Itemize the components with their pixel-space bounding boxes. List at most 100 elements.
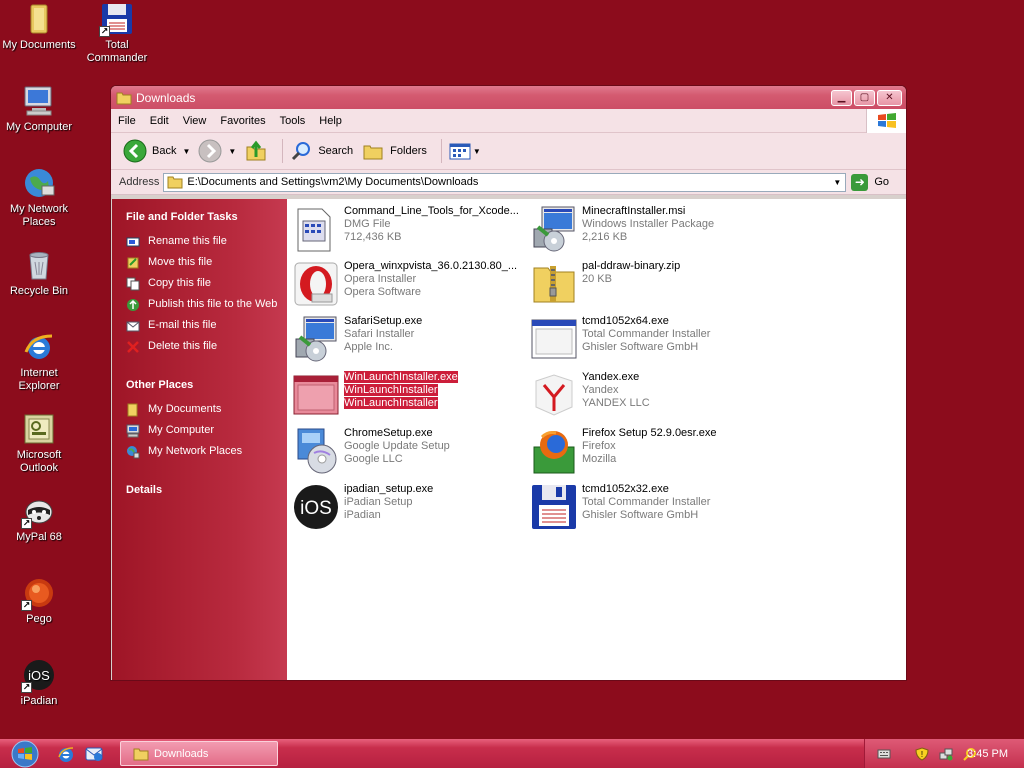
back-label: Back <box>152 145 177 157</box>
file-item[interactable]: Command_Line_Tools_for_Xcode... DMG File… <box>292 205 528 255</box>
desktop-icon-my-documents[interactable]: My Documents <box>2 2 76 52</box>
task-move-file[interactable]: Move this file <box>126 256 288 270</box>
desktop-icon-mypal[interactable]: ↗ MyPal 68 <box>2 494 76 544</box>
file-item[interactable]: SafariSetup.exe Safari Installer Apple I… <box>292 315 528 365</box>
place-my-documents[interactable]: My Documents <box>126 403 288 417</box>
desktop-icon-label: Microsoft Outlook <box>16 449 62 474</box>
desktop-icon-total-commander[interactable]: ↗ Total Commander <box>80 2 154 65</box>
window-app-icon <box>530 315 578 363</box>
file-item[interactable]: ChromeSetup.exe Google Update Setup Goog… <box>292 427 528 477</box>
email-icon <box>126 321 140 332</box>
menu-help[interactable]: Help <box>312 115 349 127</box>
toolbar-separator <box>282 139 284 163</box>
file-info: WinLaunchInstaller <box>344 397 438 409</box>
desktop-icon-my-computer[interactable]: My Computer <box>2 84 76 134</box>
task-copy-file[interactable]: Copy this file <box>126 277 288 291</box>
shortcut-arrow-icon: ↗ <box>99 26 110 37</box>
folder-documents-icon <box>22 2 56 36</box>
menu-favorites[interactable]: Favorites <box>213 115 272 127</box>
address-input[interactable]: E:\Documents and Settings\vm2\My Documen… <box>163 172 847 192</box>
clock[interactable]: 3:45 PM <box>967 748 1008 760</box>
network-icon <box>127 446 140 459</box>
file-item[interactable]: MinecraftInstaller.msi Windows Installer… <box>530 205 766 255</box>
file-item[interactable]: tcmd1052x64.exe Total Commander Installe… <box>530 315 766 365</box>
windows-logo-icon <box>866 109 906 133</box>
recycle-bin-icon <box>22 248 56 282</box>
task-rename-file[interactable]: Rename this file <box>126 235 288 249</box>
folders-button[interactable]: Folders <box>361 139 427 163</box>
place-my-computer[interactable]: My Computer <box>126 424 288 438</box>
file-item[interactable]: iOS ipadian_setup.exe iPadian Setup iPad… <box>292 483 528 533</box>
file-item[interactable]: Yandex.exe Yandex YANDEX LLC <box>530 371 766 421</box>
file-item[interactable]: Firefox Setup 52.9.0esr.exe Firefox Mozi… <box>530 427 766 477</box>
menu-file[interactable]: File <box>111 115 143 127</box>
file-item[interactable]: tcmd1052x32.exe Total Commander Installe… <box>530 483 766 533</box>
up-folder-button[interactable] <box>244 139 268 163</box>
desktop-icon-pego[interactable]: ↗ Pego <box>2 576 76 626</box>
address-bar: Address E:\Documents and Settings\vm2\My… <box>111 170 906 195</box>
desktop-icon-microsoft-outlook[interactable]: Microsoft Outlook <box>2 412 76 475</box>
ie-icon[interactable] <box>57 745 75 763</box>
task-label: Delete this file <box>148 340 218 352</box>
window-titlebar[interactable]: Downloads ▁ ▢ ✕ <box>111 86 906 109</box>
ios-icon: iOS ↗ <box>21 658 56 693</box>
installer-icon <box>292 315 340 363</box>
network-globe-icon <box>22 166 56 200</box>
file-item[interactable]: pal-ddraw-binary.zip 20 KB <box>530 260 766 310</box>
file-info: Ghisler Software GmbH <box>582 509 699 521</box>
file-name: ipadian_setup.exe <box>344 483 434 495</box>
task-email-file[interactable]: E-mail this file <box>126 319 288 333</box>
ios-icon: iOS <box>292 483 340 531</box>
computer-icon <box>126 424 140 438</box>
desktop-icon-ipadian[interactable]: iOS ↗ iPadian <box>2 658 76 708</box>
keyboard-icon[interactable] <box>877 748 891 760</box>
views-button[interactable]: ▼ <box>448 141 481 161</box>
windows-orb-icon <box>11 740 39 767</box>
file-item[interactable]: Opera_winxpvista_36.0.2130.80_... Opera … <box>292 260 528 310</box>
folders-label: Folders <box>390 145 427 157</box>
details-header[interactable]: Details <box>126 484 288 496</box>
other-places-header[interactable]: Other Places <box>126 379 288 391</box>
minimize-button[interactable]: ▁ <box>831 89 852 106</box>
place-my-network-places[interactable]: My Network Places <box>126 445 288 459</box>
search-button[interactable]: Search <box>289 139 353 163</box>
file-name: SafariSetup.exe <box>344 315 423 327</box>
firefox-icon <box>530 427 578 475</box>
rename-icon <box>126 237 140 247</box>
maximize-button[interactable]: ▢ <box>854 89 875 106</box>
chevron-down-icon[interactable]: ▼ <box>228 147 236 156</box>
file-type: Google Update Setup <box>344 440 450 452</box>
network-status-icon[interactable] <box>939 747 953 761</box>
search-icon <box>292 142 311 161</box>
desktop-icon-my-network-places[interactable]: My Network Places <box>2 166 76 229</box>
chevron-down-icon[interactable]: ▼ <box>829 174 845 191</box>
file-folder-tasks-header[interactable]: File and Folder Tasks <box>126 211 288 223</box>
desktop-icon-recycle-bin[interactable]: Recycle Bin <box>2 248 76 298</box>
desktop-icon-internet-explorer[interactable]: Internet Explorer <box>2 330 76 393</box>
address-path: E:\Documents and Settings\vm2\My Documen… <box>187 176 479 188</box>
up-folder-icon <box>246 140 266 161</box>
start-button[interactable] <box>7 739 43 768</box>
close-button[interactable]: ✕ <box>877 89 902 106</box>
back-button[interactable]: Back ▼ <box>123 139 190 163</box>
menu-tools[interactable]: Tools <box>273 115 313 127</box>
forward-button[interactable]: ▼ <box>198 139 236 163</box>
taskbar: Downloads ! 3:45 PM <box>0 739 1024 768</box>
task-label: Copy this file <box>148 277 211 289</box>
taskbar-task-downloads[interactable]: Downloads <box>120 741 278 766</box>
security-shield-icon[interactable]: ! <box>915 746 929 761</box>
folder-icon <box>167 176 183 189</box>
chevron-down-icon[interactable]: ▼ <box>182 147 190 156</box>
outlook-express-icon[interactable] <box>85 745 103 763</box>
shortcut-arrow-icon: ↗ <box>21 682 32 693</box>
file-item-selected[interactable]: WinLaunchInstaller.exe WinLaunchInstalle… <box>292 371 528 421</box>
menu-view[interactable]: View <box>176 115 214 127</box>
task-publish-web[interactable]: Publish this file to the Web <box>126 298 288 312</box>
task-delete-file[interactable]: Delete this file <box>126 340 288 354</box>
menu-edit[interactable]: Edit <box>143 115 176 127</box>
zip-folder-icon <box>530 260 578 308</box>
file-info: iPadian <box>344 509 381 521</box>
file-info: Mozilla <box>582 453 617 465</box>
go-button[interactable]: ➜ Go <box>851 173 889 191</box>
copy-icon <box>126 277 140 291</box>
